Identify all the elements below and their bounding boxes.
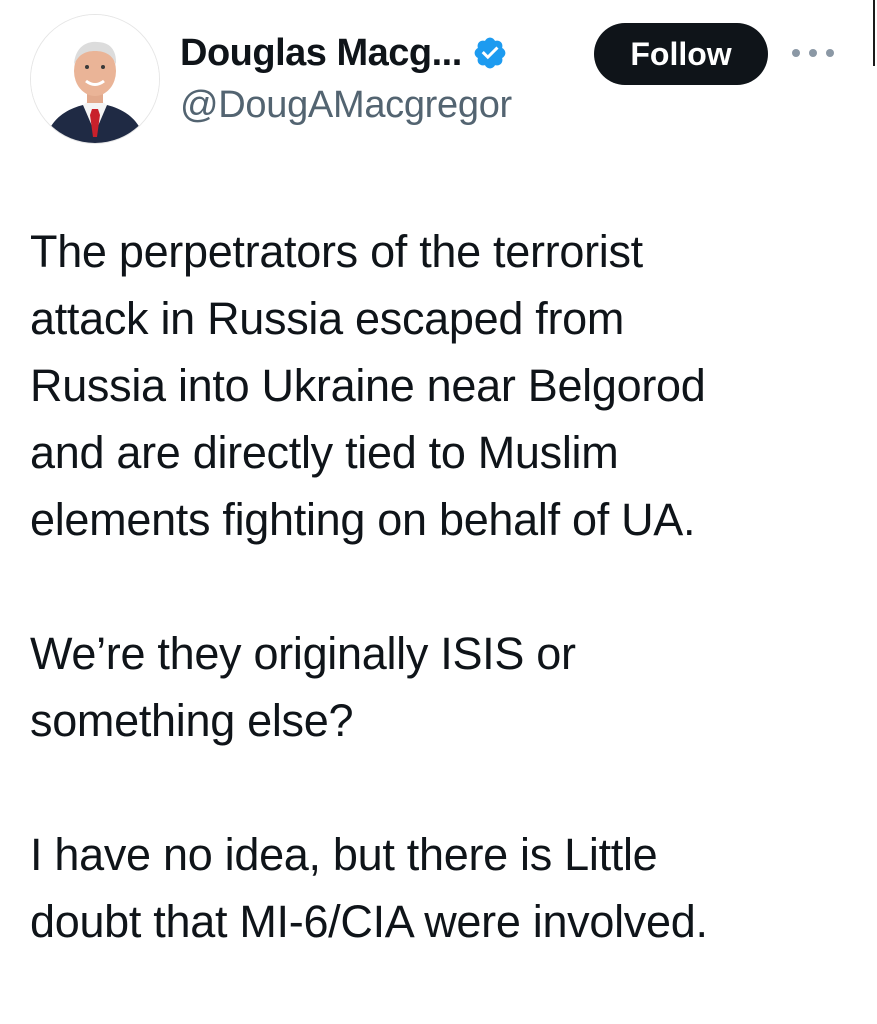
display-name[interactable]: Douglas Macg... xyxy=(180,32,462,75)
verified-badge-icon xyxy=(472,35,508,71)
more-dot xyxy=(826,49,834,57)
tweet-paragraph: The perpetrators of the terrorist attack… xyxy=(30,218,860,553)
tweet-line: The perpetrators of the terrorist xyxy=(30,226,643,277)
tweet-header: Douglas Macg... @DougAMacgregor Follow xyxy=(0,0,877,160)
tweet-line: doubt that MI-6/CIA were involved. xyxy=(30,896,708,947)
more-dot xyxy=(809,49,817,57)
name-row: Douglas Macg... xyxy=(180,30,508,76)
tweet-line: elements fighting on behalf of UA. xyxy=(30,494,696,545)
tweet-text: The perpetrators of the terrorist attack… xyxy=(30,218,860,1022)
tweet-line: and are directly tied to Muslim xyxy=(30,427,619,478)
tweet-line: something else? xyxy=(30,695,354,746)
tweet-paragraph: We’re they originally ISIS or something … xyxy=(30,620,860,754)
more-options-icon[interactable] xyxy=(792,40,834,66)
tweet-line: We’re they originally ISIS or xyxy=(30,628,576,679)
tweet-line: I have no idea, but there is Little xyxy=(30,829,658,880)
more-dot xyxy=(792,49,800,57)
profile-photo xyxy=(31,15,159,143)
tweet-line: Russia into Ukraine near Belgorod xyxy=(30,360,706,411)
avatar[interactable] xyxy=(30,14,160,144)
tweet-line: attack in Russia escaped from xyxy=(30,293,625,344)
follow-button[interactable]: Follow xyxy=(594,23,768,85)
tweet-paragraph: I have no idea, but there is Little doub… xyxy=(30,821,860,955)
user-handle[interactable]: @DougAMacgregor xyxy=(180,84,512,127)
